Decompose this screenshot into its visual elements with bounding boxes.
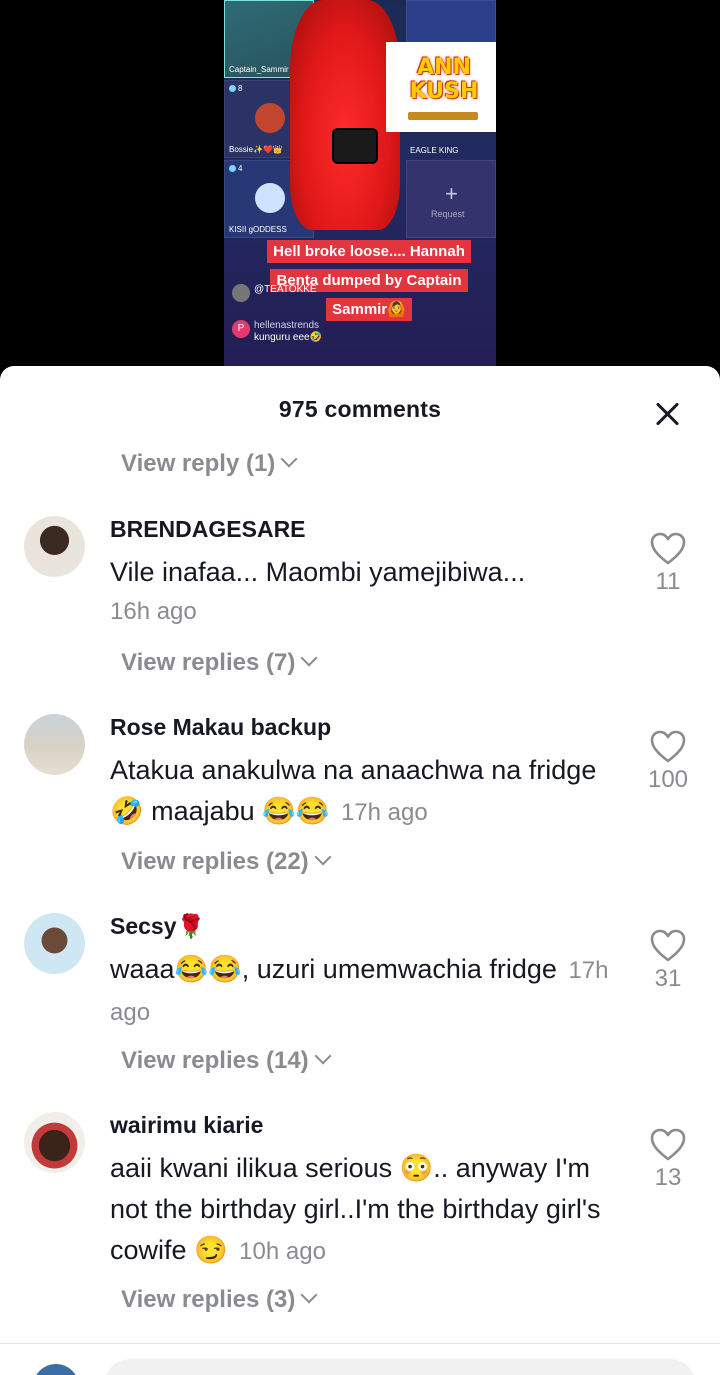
comment-text: Vile inafaa... Maombi yamejibiwa... xyxy=(110,552,630,593)
comment-item: Rose Makau backup Atakua anakulwa na ana… xyxy=(0,714,720,864)
like-button[interactable]: 100 xyxy=(636,730,700,794)
tile-avatar xyxy=(255,103,285,133)
tile-count: 8 xyxy=(229,84,242,93)
logo-text: ANN KUSH xyxy=(409,55,479,104)
current-user-avatar xyxy=(33,1364,79,1375)
avatar[interactable] xyxy=(24,516,85,577)
like-count: 31 xyxy=(654,965,682,992)
video-preview[interactable]: Captain_Sammir 8 Bossie✨❤️👑 4 KISII gODD… xyxy=(224,0,496,380)
caption-text: Hell broke loose.... Hannah Benta dumped… xyxy=(267,240,471,321)
request-label: Request xyxy=(431,209,465,219)
chevron-down-icon xyxy=(314,1047,332,1065)
view-replies-button[interactable]: View replies (7) xyxy=(121,649,318,677)
video-caption: Hell broke loose.... Hannah Benta dumped… xyxy=(264,237,474,324)
comment-time: 16h ago xyxy=(110,598,197,625)
view-replies-label: View replies (3) xyxy=(121,1286,296,1313)
view-replies-label: View replies (14) xyxy=(121,1047,309,1074)
request-tile[interactable]: + Request xyxy=(406,160,496,238)
view-replies-button[interactable]: View replies (22) xyxy=(121,848,332,876)
comment-body: waaa😂😂, uzuri umemwachia fridge xyxy=(110,954,557,984)
red-dress-figure xyxy=(290,0,400,230)
like-count: 13 xyxy=(654,1164,682,1191)
comment-body: Vile inafaa... Maombi yamejibiwa... xyxy=(110,557,526,587)
comment-time: 10h ago xyxy=(239,1238,326,1265)
handbag-figure xyxy=(332,128,378,164)
like-button[interactable]: 11 xyxy=(636,532,700,596)
tile-name: KISII gODDESS xyxy=(229,225,287,234)
view-replies-label: View replies (22) xyxy=(121,848,309,875)
comment-text: Atakua anakulwa na anaachwa na fridge 🤣 … xyxy=(110,750,630,833)
tile-name: Bossie✨❤️👑 xyxy=(229,145,283,154)
heart-icon xyxy=(650,929,686,962)
like-count: 100 xyxy=(647,766,689,793)
comment-time: 17h ago xyxy=(340,799,428,826)
chat-text: kunguru eee🤣 xyxy=(254,332,323,343)
tile-count: 4 xyxy=(229,164,242,173)
tile-avatar xyxy=(255,183,285,213)
heart-icon xyxy=(650,532,686,565)
chat-message: @TEATOKKE xyxy=(232,284,317,302)
comments-count-title: 975 comments xyxy=(278,396,442,422)
chat-avatar xyxy=(232,284,250,302)
chevron-down-icon xyxy=(300,649,318,667)
avatar[interactable] xyxy=(24,913,85,974)
comments-sheet: 975 comments View reply (1) BRENDAGESARE… xyxy=(0,366,720,1375)
eagle-tile-label: EAGLE KING xyxy=(406,118,496,158)
comment-username[interactable]: Rose Makau backup xyxy=(110,714,331,741)
chevron-down-icon xyxy=(314,848,332,866)
comment-username[interactable]: wairimu kiarie xyxy=(110,1112,263,1139)
comment-item: BRENDAGESARE Vile inafaa... Maombi yamej… xyxy=(0,516,720,696)
heart-icon xyxy=(650,730,686,763)
comment-username[interactable]: Secsy🌹 xyxy=(110,913,205,940)
like-button[interactable]: 31 xyxy=(636,929,700,993)
add-comment-input[interactable] xyxy=(104,1359,696,1375)
comment-text: waaa😂😂, uzuri umemwachia fridge 17h ago xyxy=(110,949,630,1033)
comment-body: aaii kwani ilikua serious 😳.. anyway I'm… xyxy=(110,1153,601,1265)
chat-message: P hellenastrends kunguru eee🤣 xyxy=(232,320,322,344)
close-icon[interactable] xyxy=(650,396,686,432)
view-replies-label: View replies (7) xyxy=(121,649,296,676)
like-button[interactable]: 13 xyxy=(636,1128,700,1192)
like-count: 11 xyxy=(655,568,681,595)
avatar[interactable] xyxy=(24,1112,85,1173)
comment-item: wairimu kiarie aaii kwani ilikua serious… xyxy=(0,1112,720,1312)
chat-user: hellenastrends xyxy=(254,320,320,331)
comment-text: aaii kwani ilikua serious 😳.. anyway I'm… xyxy=(110,1148,630,1272)
view-replies-button[interactable]: View replies (3) xyxy=(121,1286,318,1314)
divider xyxy=(0,1343,720,1344)
view-replies-button[interactable]: View replies (14) xyxy=(121,1047,332,1075)
heart-icon xyxy=(650,1128,686,1161)
chat-user: @TEATOKKE xyxy=(254,284,317,295)
tile-name: Captain_Sammir xyxy=(229,65,289,74)
comment-username[interactable]: BRENDAGESARE xyxy=(110,516,306,543)
avatar[interactable] xyxy=(24,714,85,775)
plus-icon: + xyxy=(445,181,458,206)
chevron-down-icon xyxy=(300,1286,318,1304)
tile-name: EAGLE KING xyxy=(410,146,459,155)
chevron-down-icon xyxy=(280,450,298,468)
chat-avatar: P xyxy=(232,320,250,338)
view-reply-button[interactable]: View reply (1) xyxy=(121,450,298,478)
view-reply-label: View reply (1) xyxy=(121,450,276,477)
comment-item: Secsy🌹 waaa😂😂, uzuri umemwachia fridge 1… xyxy=(0,913,720,1063)
